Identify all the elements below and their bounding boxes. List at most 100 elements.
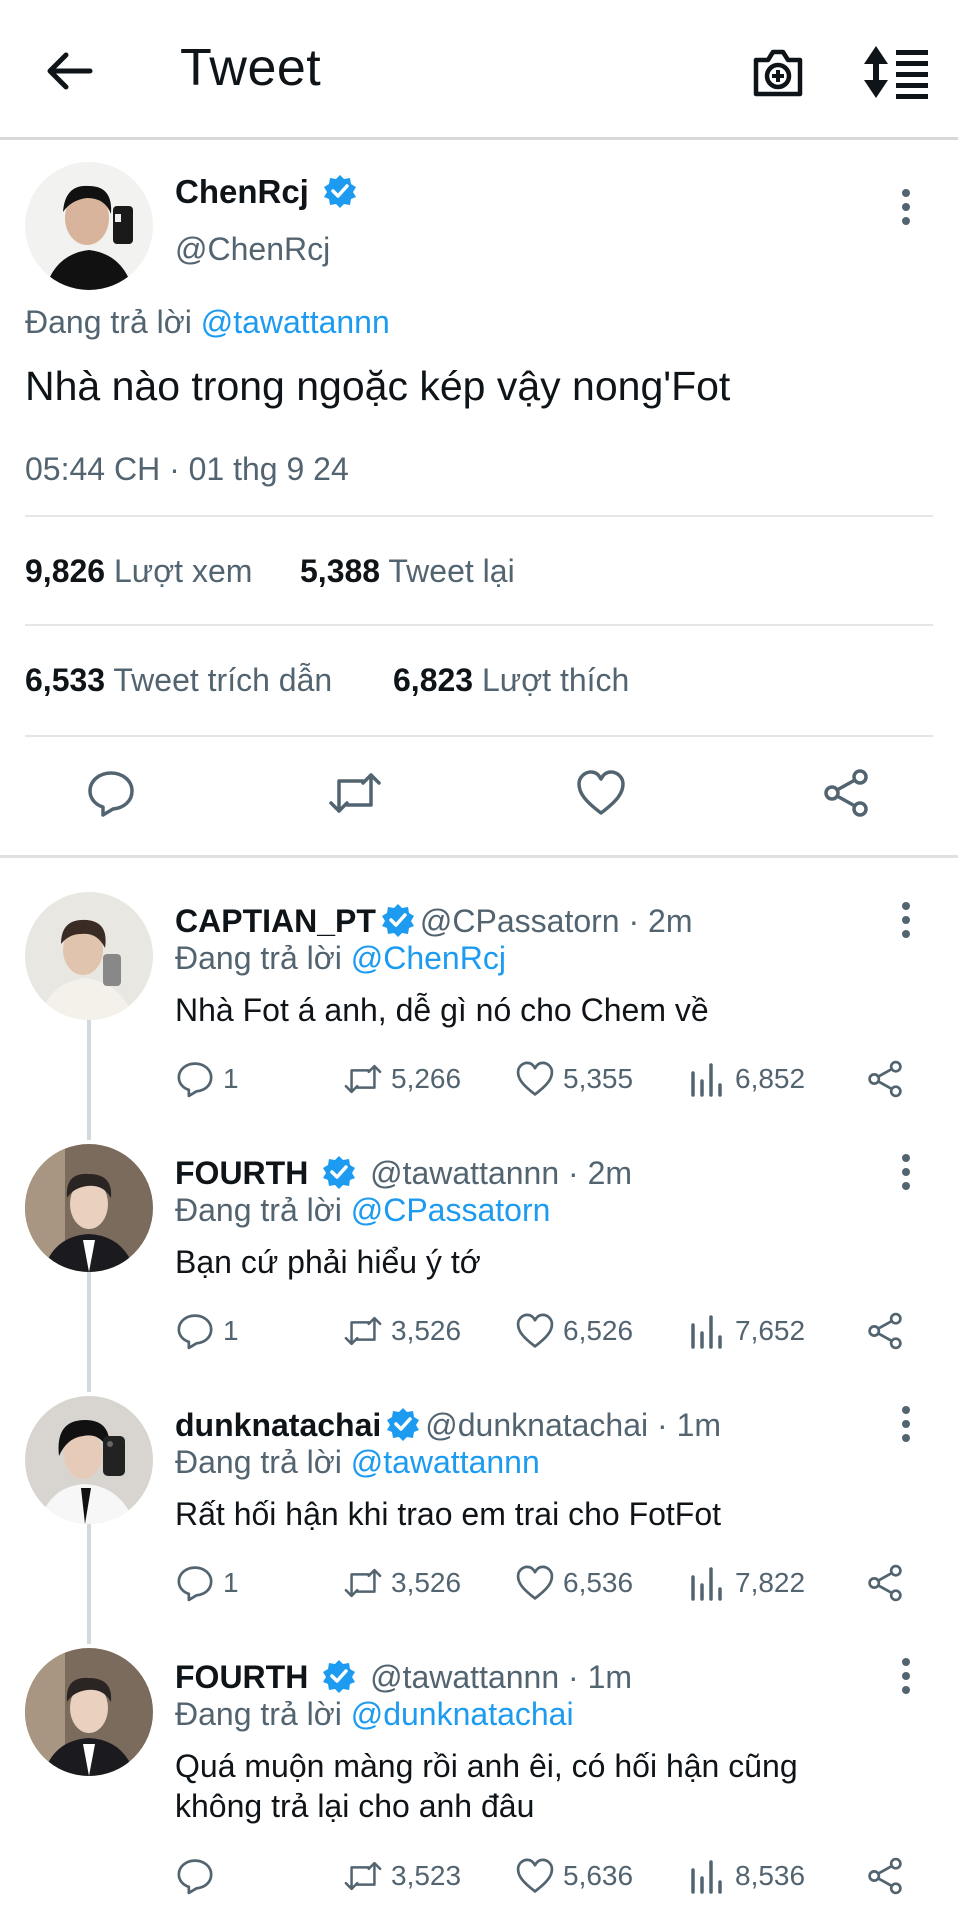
quotes-stat[interactable]: 6,533 Tweet trích dẫn bbox=[25, 662, 332, 699]
verified-badge-icon bbox=[323, 1660, 356, 1693]
like-count: 5,636 bbox=[563, 1860, 634, 1891]
reply-actions: 1 3,526 6,526 7,652 bbox=[175, 1311, 915, 1355]
reply-mention-link[interactable]: @tawattannn bbox=[201, 304, 390, 340]
bar-chart-icon bbox=[691, 1567, 722, 1601]
sort-icon bbox=[864, 46, 928, 99]
bar-chart-icon bbox=[691, 1315, 722, 1349]
reply-actions: 1 5,266 5,355 6,852 bbox=[175, 1059, 915, 1103]
top-bar: Tweet bbox=[0, 0, 958, 140]
likes-stat[interactable]: 6,823 Lượt thích bbox=[393, 662, 629, 699]
avatar-image bbox=[25, 1396, 153, 1524]
share-icon bbox=[868, 1060, 902, 1098]
views-count: 6,852 bbox=[735, 1063, 806, 1094]
more-vertical-icon bbox=[902, 189, 910, 225]
author-name[interactable]: dunknatachai bbox=[175, 1407, 381, 1443]
share-icon bbox=[868, 1857, 902, 1895]
retweet-button[interactable] bbox=[327, 767, 381, 819]
author-handle-time: @dunknatachai · 1m bbox=[425, 1407, 722, 1443]
more-options-button[interactable] bbox=[894, 1404, 918, 1444]
reply-header: FOURTH @tawattannn · 2m bbox=[175, 1154, 632, 1192]
more-options-button[interactable] bbox=[894, 900, 918, 940]
tweet-text-line: không trả lại cho anh đâu bbox=[175, 1788, 535, 1824]
stats-row-1: 9,826 Lượt xem 5,388 Tweet lại bbox=[25, 515, 933, 624]
tweet-text: Rất hối hận khi trao em trai cho FotFot bbox=[175, 1496, 722, 1532]
reply-button[interactable]: 1 bbox=[175, 1563, 239, 1603]
like-button[interactable]: 6,526 bbox=[515, 1311, 633, 1351]
heart-icon bbox=[516, 1313, 554, 1348]
reply-icon bbox=[177, 1062, 213, 1098]
reply-mention-link[interactable]: @dunknatachai bbox=[351, 1696, 574, 1732]
share-icon bbox=[868, 1564, 902, 1602]
views-button[interactable]: 8,536 bbox=[687, 1856, 805, 1896]
reply-context: Đang trả lời @dunknatachai bbox=[175, 1696, 574, 1732]
like-button[interactable]: 5,636 bbox=[515, 1856, 633, 1896]
views-button[interactable]: 7,822 bbox=[687, 1563, 805, 1603]
share-button[interactable] bbox=[865, 1059, 913, 1099]
retweet-button[interactable]: 5,266 bbox=[343, 1059, 461, 1099]
heart-icon bbox=[577, 770, 625, 815]
retweet-icon bbox=[329, 773, 381, 813]
reply-button[interactable]: 1 bbox=[175, 1059, 239, 1099]
retweet-count: 3,526 bbox=[391, 1567, 462, 1598]
like-button[interactable]: 6,536 bbox=[515, 1563, 633, 1603]
author-handle-time: @tawattannn · 1m bbox=[370, 1659, 633, 1695]
reply-context: Đang trả lời @ChenRcj bbox=[175, 940, 506, 976]
bar-chart-icon bbox=[691, 1860, 722, 1894]
retweet-icon bbox=[344, 1064, 382, 1094]
retweet-button[interactable]: 3,526 bbox=[343, 1563, 461, 1603]
more-options-button[interactable] bbox=[894, 187, 918, 227]
avatar[interactable] bbox=[25, 892, 153, 1020]
author-name[interactable]: FOURTH bbox=[175, 1659, 308, 1695]
views-button[interactable]: 7,652 bbox=[687, 1311, 805, 1351]
more-vertical-icon bbox=[902, 1154, 910, 1190]
avatar[interactable] bbox=[25, 1396, 153, 1524]
author-name[interactable]: ChenRcj bbox=[175, 173, 362, 211]
author-name[interactable]: CAPTIAN_PT bbox=[175, 903, 376, 939]
section-divider bbox=[0, 855, 958, 858]
like-button[interactable] bbox=[575, 767, 627, 819]
reply-context: Đang trả lời @tawattannn bbox=[175, 1444, 540, 1480]
reply-icon bbox=[177, 1314, 213, 1350]
reply-button[interactable]: 1 bbox=[175, 1311, 239, 1351]
share-button[interactable] bbox=[820, 767, 872, 819]
camera-button[interactable] bbox=[748, 42, 808, 102]
author-name[interactable]: FOURTH bbox=[175, 1155, 308, 1191]
share-button[interactable] bbox=[865, 1856, 913, 1896]
reply-button[interactable] bbox=[175, 1856, 223, 1896]
tweet-actions bbox=[25, 735, 933, 855]
retweet-icon bbox=[344, 1316, 382, 1346]
avatar[interactable] bbox=[25, 162, 153, 290]
avatar[interactable] bbox=[25, 1144, 153, 1272]
retweet-button[interactable]: 3,523 bbox=[343, 1856, 461, 1896]
more-options-button[interactable] bbox=[894, 1656, 918, 1696]
retweet-count: 3,523 bbox=[391, 1860, 462, 1891]
share-button[interactable] bbox=[865, 1311, 913, 1351]
back-button[interactable] bbox=[40, 46, 100, 96]
thread-line bbox=[87, 1272, 91, 1392]
reply-mention-link[interactable]: @CPassatorn bbox=[351, 1192, 551, 1228]
reply-mention-link[interactable]: @ChenRcj bbox=[351, 940, 506, 976]
reply-context: Đang trả lời @CPassatorn bbox=[175, 1192, 551, 1228]
reply-icon bbox=[177, 1859, 213, 1895]
thread-line bbox=[87, 1020, 91, 1140]
retweet-button[interactable]: 3,526 bbox=[343, 1311, 461, 1351]
sort-button[interactable] bbox=[862, 42, 932, 102]
reply-header: FOURTH @tawattannn · 1m bbox=[175, 1658, 632, 1696]
heart-icon bbox=[516, 1858, 554, 1893]
verified-badge-icon bbox=[381, 904, 414, 937]
retweets-stat[interactable]: 5,388 Tweet lại bbox=[300, 553, 515, 590]
share-button[interactable] bbox=[865, 1563, 913, 1603]
reply-count: 1 bbox=[223, 1315, 239, 1346]
like-button[interactable]: 5,355 bbox=[515, 1059, 633, 1099]
like-count: 6,526 bbox=[563, 1315, 634, 1346]
avatar-image bbox=[25, 162, 153, 290]
avatar[interactable] bbox=[25, 1648, 153, 1776]
reply-mention-link[interactable]: @tawattannn bbox=[351, 1444, 540, 1480]
reply-button[interactable] bbox=[85, 767, 137, 819]
more-options-button[interactable] bbox=[894, 1152, 918, 1192]
views-stat[interactable]: 9,826 Lượt xem bbox=[25, 553, 252, 590]
views-button[interactable]: 6,852 bbox=[687, 1059, 805, 1099]
reply-count: 1 bbox=[223, 1567, 239, 1598]
retweet-icon bbox=[344, 1568, 382, 1598]
tweet-text: Nhà nào trong ngoặc kép vậy nong'Fot bbox=[25, 363, 731, 409]
